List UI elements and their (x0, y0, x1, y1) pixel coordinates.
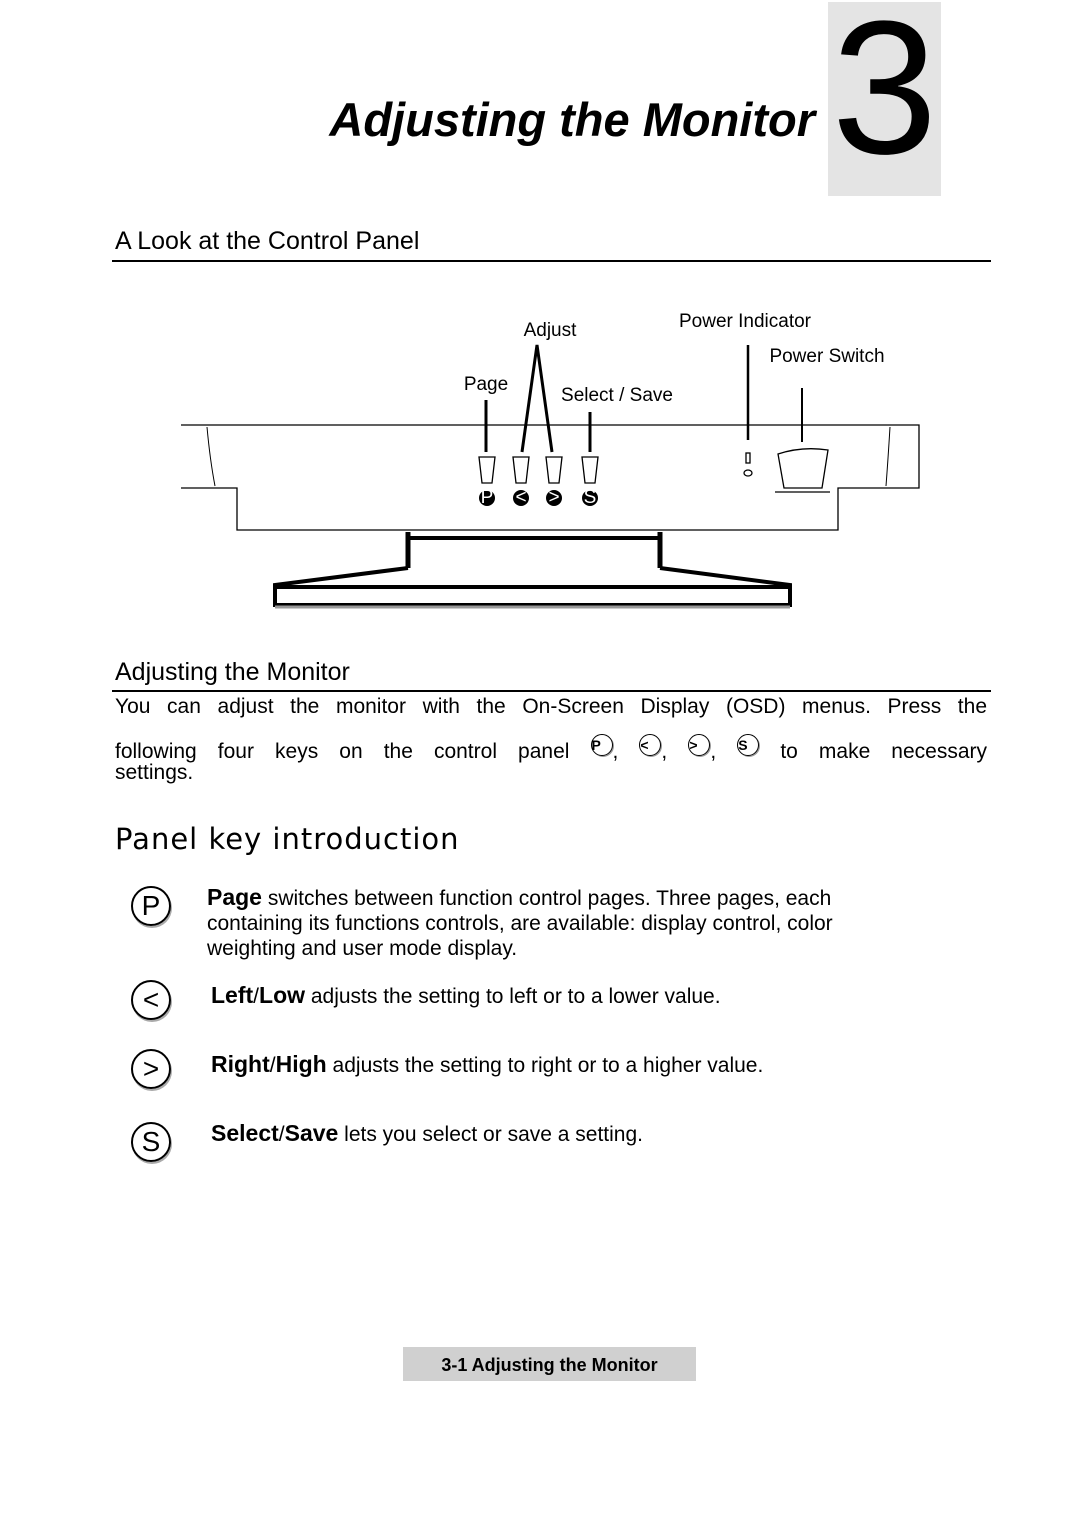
power-switch (775, 448, 830, 493)
label-power-switch: Power Switch (769, 346, 884, 367)
left-key-icon: < (131, 980, 171, 1020)
svg-text:<: < (515, 487, 526, 508)
intro-paragraph: You can adjust the monitor with the On-S… (115, 695, 988, 784)
section-heading-adjusting: Adjusting the Monitor (115, 658, 350, 686)
label-select-save: Select / Save (561, 385, 673, 406)
label-adjust: Adjust (524, 320, 578, 341)
monitor-stand (273, 532, 792, 609)
divider (112, 260, 991, 262)
label-power-indicator: Power Indicator (679, 311, 812, 332)
svg-text:P: P (481, 487, 494, 508)
select-key-icon: S (737, 734, 760, 756)
control-panel-diagram: P < > S Adjust Page Select / Save Power … (181, 311, 920, 609)
key-description-select: Select/Save lets you select or save a se… (211, 1120, 643, 1147)
power-indicator-led (743, 452, 753, 477)
key-description-page: Page switches between function control p… (207, 884, 833, 961)
page-key-icon: P (131, 886, 171, 926)
label-page: Page (464, 374, 508, 395)
manual-page: 3 Adjusting the Monitor A Look at the Co… (0, 0, 1080, 1526)
key-description-left: Left/Low adjusts the setting to left or … (211, 982, 721, 1009)
section-heading-panel-keys: Panel key introduction (115, 822, 460, 856)
page-footer-label: 3-1 Adjusting the Monitor (403, 1347, 696, 1381)
right-key-icon: > (131, 1049, 171, 1089)
section-heading-control-panel: A Look at the Control Panel (115, 227, 420, 255)
svg-text:S: S (584, 487, 597, 508)
panel-buttons (478, 456, 599, 484)
page-key-icon: P (590, 734, 613, 756)
page-title: Adjusting the Monitor (329, 93, 815, 146)
button-icons: P < > S (479, 487, 598, 508)
select-key-icon: S (131, 1122, 171, 1162)
key-description-right: Right/High adjusts the setting to right … (211, 1051, 764, 1078)
chapter-number: 3 (831, 0, 938, 194)
svg-text:>: > (548, 487, 559, 508)
right-key-icon: > (688, 734, 711, 756)
left-key-icon: < (639, 734, 662, 756)
divider (112, 690, 991, 692)
